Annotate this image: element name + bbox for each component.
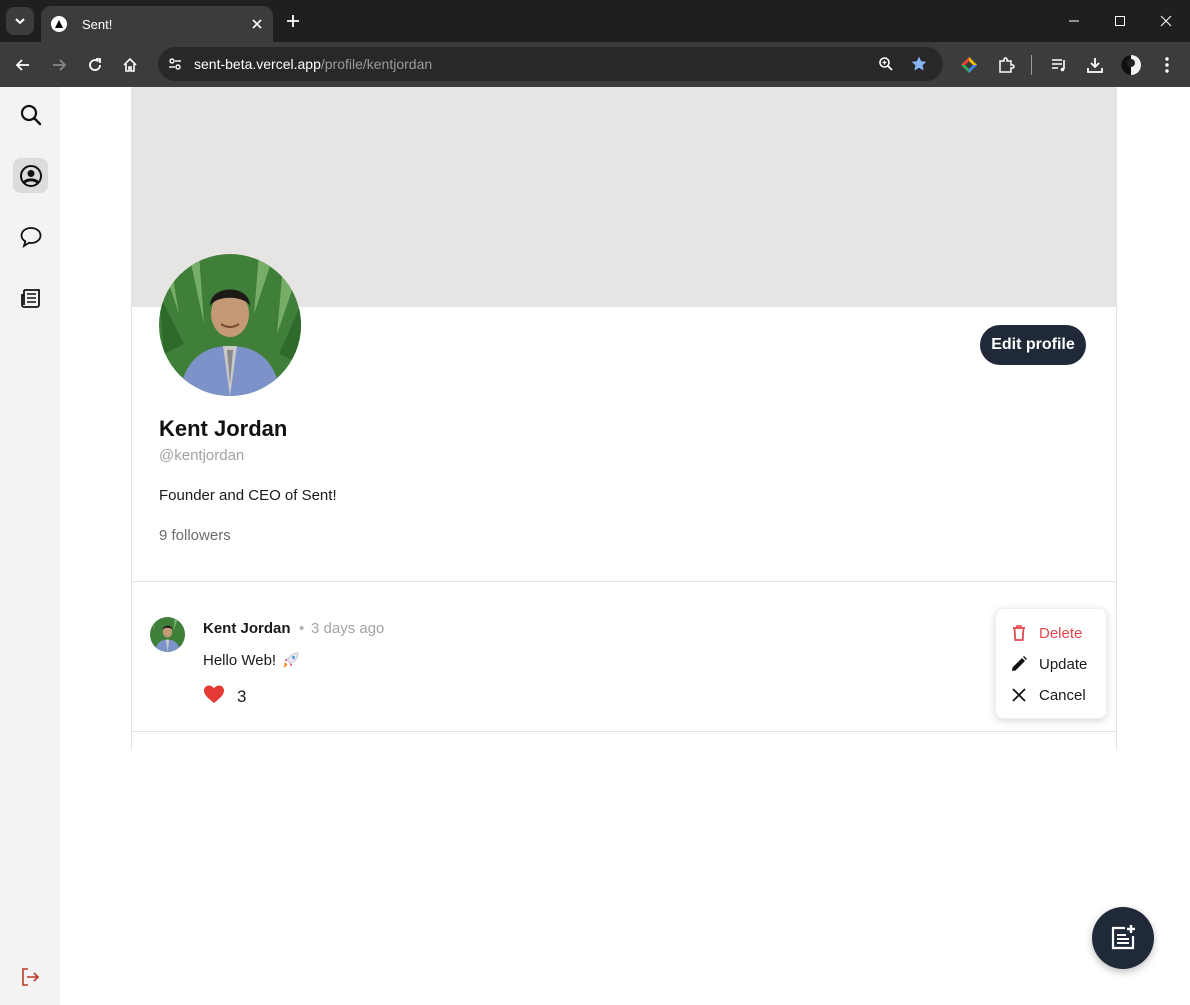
like-button[interactable] xyxy=(203,684,225,709)
delete-label: Delete xyxy=(1039,624,1083,642)
sidebar-item-profile[interactable] xyxy=(13,158,48,193)
home-button[interactable] xyxy=(115,50,145,80)
reload-icon xyxy=(89,58,101,71)
extension-colorful-icon[interactable] xyxy=(954,50,984,80)
close-icon xyxy=(1160,15,1172,27)
toolbar-separator xyxy=(1031,55,1032,75)
post-separator: • xyxy=(299,620,305,637)
sidebar xyxy=(0,87,60,1005)
url-path: /profile/kentjordan xyxy=(320,56,433,72)
delete-menu-item[interactable]: Delete xyxy=(996,618,1106,648)
maximize-icon xyxy=(1115,16,1125,26)
cancel-label: Cancel xyxy=(1039,686,1086,704)
post-options-menu: Delete Update Cancel xyxy=(995,608,1107,719)
forward-button[interactable] xyxy=(44,50,74,80)
profile-bio: Founder and CEO of Sent! xyxy=(159,487,337,504)
close-window-button[interactable] xyxy=(1143,6,1189,36)
arrow-left-icon xyxy=(15,59,29,71)
back-button[interactable] xyxy=(8,50,38,80)
url-text: sent-beta.vercel.app/profile/kentjordan xyxy=(194,56,432,72)
heart-icon xyxy=(204,685,224,703)
cancel-menu-item[interactable]: Cancel xyxy=(996,680,1106,710)
minimize-button[interactable] xyxy=(1051,6,1097,36)
profile-avatar xyxy=(159,254,301,396)
logout-icon xyxy=(22,968,40,986)
tab-close-icon[interactable] xyxy=(245,12,269,36)
like-count: 3 xyxy=(237,686,247,706)
chat-bubble-icon xyxy=(20,226,41,248)
reload-button[interactable] xyxy=(80,50,110,80)
browser-menu-icon[interactable] xyxy=(1152,50,1182,80)
update-menu-item[interactable]: Update xyxy=(996,649,1106,679)
rocket-icon xyxy=(282,651,300,669)
user-circle-icon xyxy=(19,164,42,187)
sidebar-item-feed[interactable] xyxy=(13,280,48,315)
followers-count[interactable]: 9 followers xyxy=(159,527,231,544)
pencil-icon xyxy=(1012,656,1027,671)
like-group: 3 xyxy=(203,684,246,709)
profile-name: Kent Jordan xyxy=(159,416,288,441)
post-text: Hello Web! xyxy=(203,651,277,669)
post-body: Hello Web! xyxy=(203,651,300,669)
bookmark-star-icon[interactable] xyxy=(906,51,932,77)
tab-title: Sent! xyxy=(82,16,113,32)
download-icon[interactable] xyxy=(1080,50,1110,80)
url-host: sent-beta.vercel.app xyxy=(194,56,321,72)
arrow-right-icon xyxy=(53,59,67,71)
site-settings-icon[interactable] xyxy=(162,51,188,77)
tab-search-button[interactable] xyxy=(6,7,34,35)
trash-icon xyxy=(1013,625,1025,641)
sidebar-item-search[interactable] xyxy=(13,97,48,132)
profile-avatar-icon[interactable] xyxy=(1116,50,1146,80)
sidebar-item-messages[interactable] xyxy=(13,219,48,254)
extensions-puzzle-icon[interactable] xyxy=(991,50,1021,80)
post-avatar xyxy=(150,617,185,652)
new-post-icon xyxy=(1111,925,1135,950)
app-viewport: Edit profile Kent Jordan @kentjordan Fou… xyxy=(0,87,1190,1005)
browser-titlebar: Sent! xyxy=(0,0,1190,42)
media-queue-icon[interactable] xyxy=(1044,50,1074,80)
browser-toolbar: sent-beta.vercel.app/profile/kentjordan xyxy=(0,42,1190,87)
sent-favicon-icon xyxy=(51,16,67,32)
update-label: Update xyxy=(1039,655,1088,673)
post-timestamp: 3 days ago xyxy=(311,620,385,637)
zoom-icon[interactable] xyxy=(873,51,899,77)
chevron-down-icon xyxy=(15,18,25,25)
plus-icon xyxy=(287,15,299,27)
profile-handle: @kentjordan xyxy=(159,447,245,464)
address-bar[interactable]: sent-beta.vercel.app/profile/kentjordan xyxy=(158,47,943,81)
profile-section: Edit profile Kent Jordan @kentjordan Fou… xyxy=(131,87,1117,750)
divider xyxy=(132,731,1116,732)
new-tab-button[interactable] xyxy=(281,8,305,34)
newspaper-icon xyxy=(20,288,40,308)
home-icon xyxy=(123,57,137,72)
maximize-button[interactable] xyxy=(1097,6,1143,36)
minimize-icon xyxy=(1069,20,1079,22)
logout-button[interactable] xyxy=(18,965,42,989)
post-card: Kent Jordan • 3 days ago Hello Web! 3 xyxy=(132,582,1116,731)
browser-tab[interactable]: Sent! xyxy=(41,6,273,42)
compose-post-button[interactable] xyxy=(1092,907,1154,969)
post-author[interactable]: Kent Jordan xyxy=(203,620,291,637)
search-icon xyxy=(20,104,41,125)
close-icon xyxy=(1012,688,1026,702)
edit-profile-button[interactable]: Edit profile xyxy=(980,325,1086,365)
